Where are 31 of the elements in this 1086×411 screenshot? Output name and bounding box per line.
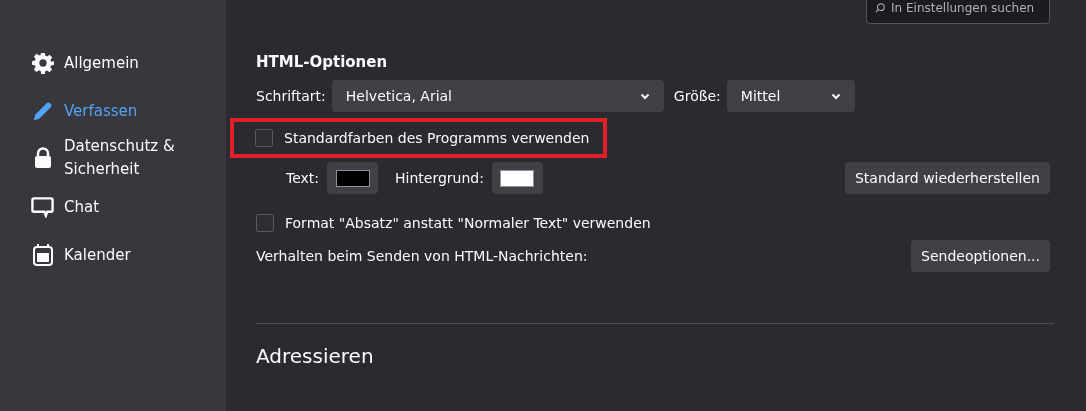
- gear-icon: [31, 52, 54, 74]
- send-behavior-label: Verhalten beim Senden von HTML-Nachrichten:: [256, 248, 588, 264]
- chat-icon: [31, 196, 54, 218]
- chevron-down-icon: [639, 92, 650, 100]
- calendar-icon: [31, 243, 54, 267]
- sidebar-item[interactable]: Chat: [0, 195, 226, 219]
- restore-defaults-button[interactable]: Standard wiederherstellen: [845, 162, 1050, 194]
- color-picker[interactable]: [327, 162, 379, 194]
- background-color-label: Hintergrund:: [395, 170, 484, 186]
- sidebar-item[interactable]: Datenschutz & Sicherheit: [0, 135, 226, 181]
- font-label: Schriftart:: [256, 88, 326, 104]
- chevron-down-icon: [830, 92, 841, 100]
- checkbox[interactable]: [256, 214, 274, 232]
- checkbox-label[interactable]: Standardfarben des Programms verwenden: [284, 130, 590, 146]
- sidebar-item[interactable]: Allgemein: [0, 51, 226, 75]
- checkbox-label[interactable]: Format "Absatz" anstatt "Normaler Text" verwenden: [285, 215, 651, 231]
- pencil-icon: [31, 100, 54, 122]
- color-picker[interactable]: [491, 162, 543, 194]
- text-color-label: Text:: [286, 170, 320, 186]
- sidebar-item[interactable]: Verfassen: [0, 99, 226, 123]
- size-dropdown[interactable]: Mittel: [726, 80, 855, 112]
- sidebar-item[interactable]: Kalender: [0, 243, 226, 267]
- search-field[interactable]: In Einstellungen suchen: [866, 0, 1050, 24]
- search-icon: [875, 2, 885, 14]
- section-heading: Adressieren: [256, 344, 375, 368]
- send-options-button[interactable]: Sendeoptionen...: [911, 240, 1050, 272]
- section-heading: HTML-Optionen: [256, 52, 389, 72]
- lock-icon: [32, 147, 53, 169]
- checkbox[interactable]: [255, 129, 273, 147]
- size-label: Größe:: [673, 88, 721, 104]
- font-dropdown[interactable]: Helvetica, Arial: [331, 80, 664, 112]
